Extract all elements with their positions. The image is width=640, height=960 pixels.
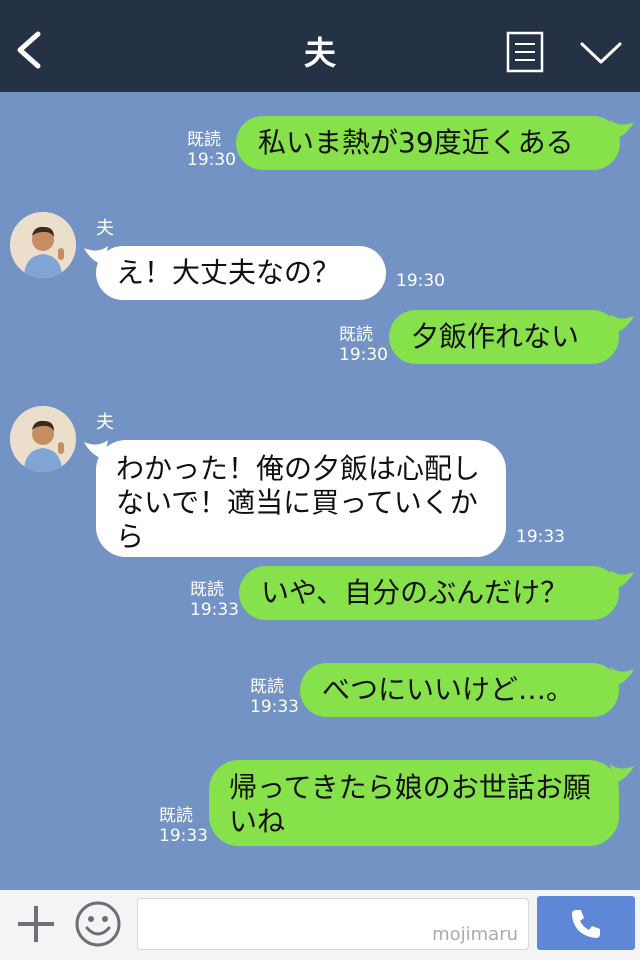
read-receipt: 既読 19:30 (187, 130, 236, 170)
message-bubble[interactable]: べつにいいけど…。 (300, 663, 619, 717)
bubble-tail (610, 667, 634, 687)
message-text: 私いま熱が39度近くある (258, 126, 574, 159)
message-text: 夕飯作れない (411, 320, 580, 353)
message-bubble[interactable]: 私いま熱が39度近くある (236, 116, 620, 170)
note-icon[interactable] (506, 31, 544, 73)
message-text: わかった！俺の夕飯は心配しないで！適当に買っていくから (116, 452, 481, 553)
phone-icon (572, 910, 600, 938)
read-receipt: 既読 19:33 (190, 580, 239, 620)
watermark: mojimaru (432, 924, 518, 945)
bubble-tail (610, 570, 634, 590)
call-button[interactable] (537, 896, 635, 950)
plus-icon[interactable] (14, 902, 58, 946)
message-bubble[interactable]: 夕飯作れない (389, 310, 619, 364)
read-receipt: 既読 19:33 (250, 677, 299, 717)
message-bubble[interactable]: 帰ってきたら娘のお世話お願いね (209, 760, 619, 846)
message-text: べつにいいけど…。 (322, 673, 575, 706)
message-time: 19:30 (396, 271, 445, 291)
message-time: 19:33 (516, 527, 565, 547)
message-text: いや、自分のぶんだけ？ (261, 576, 569, 609)
sender-name: 夫 (96, 412, 114, 433)
chat-title: 夫 (303, 34, 336, 72)
message-bubble[interactable]: いや、自分のぶんだけ？ (239, 566, 619, 620)
bubble-tail (610, 764, 634, 784)
message-text: 帰ってきたら娘のお世話お願いね (229, 771, 591, 838)
chevron-down-icon[interactable] (578, 38, 624, 68)
avatar[interactable] (10, 212, 76, 278)
smile-icon[interactable] (74, 900, 122, 948)
avatar[interactable] (10, 406, 76, 472)
input-bar: mojimaru (0, 890, 640, 960)
bubble-tail (610, 120, 634, 140)
message-text: え！大丈夫なの？ (116, 256, 341, 289)
read-receipt: 既読 19:33 (159, 806, 208, 846)
sender-name: 夫 (96, 218, 114, 239)
message-bubble[interactable]: わかった！俺の夕飯は心配しないで！適当に買っていくから (96, 440, 506, 557)
message-bubble[interactable]: え！大丈夫なの？ (96, 246, 386, 300)
chat-header: 夫 (0, 0, 640, 92)
message-input[interactable]: mojimaru (137, 898, 529, 950)
bubble-tail (610, 314, 634, 334)
avatar-image (10, 212, 76, 278)
read-receipt: 既読 19:30 (339, 325, 388, 365)
avatar-image (10, 406, 76, 472)
